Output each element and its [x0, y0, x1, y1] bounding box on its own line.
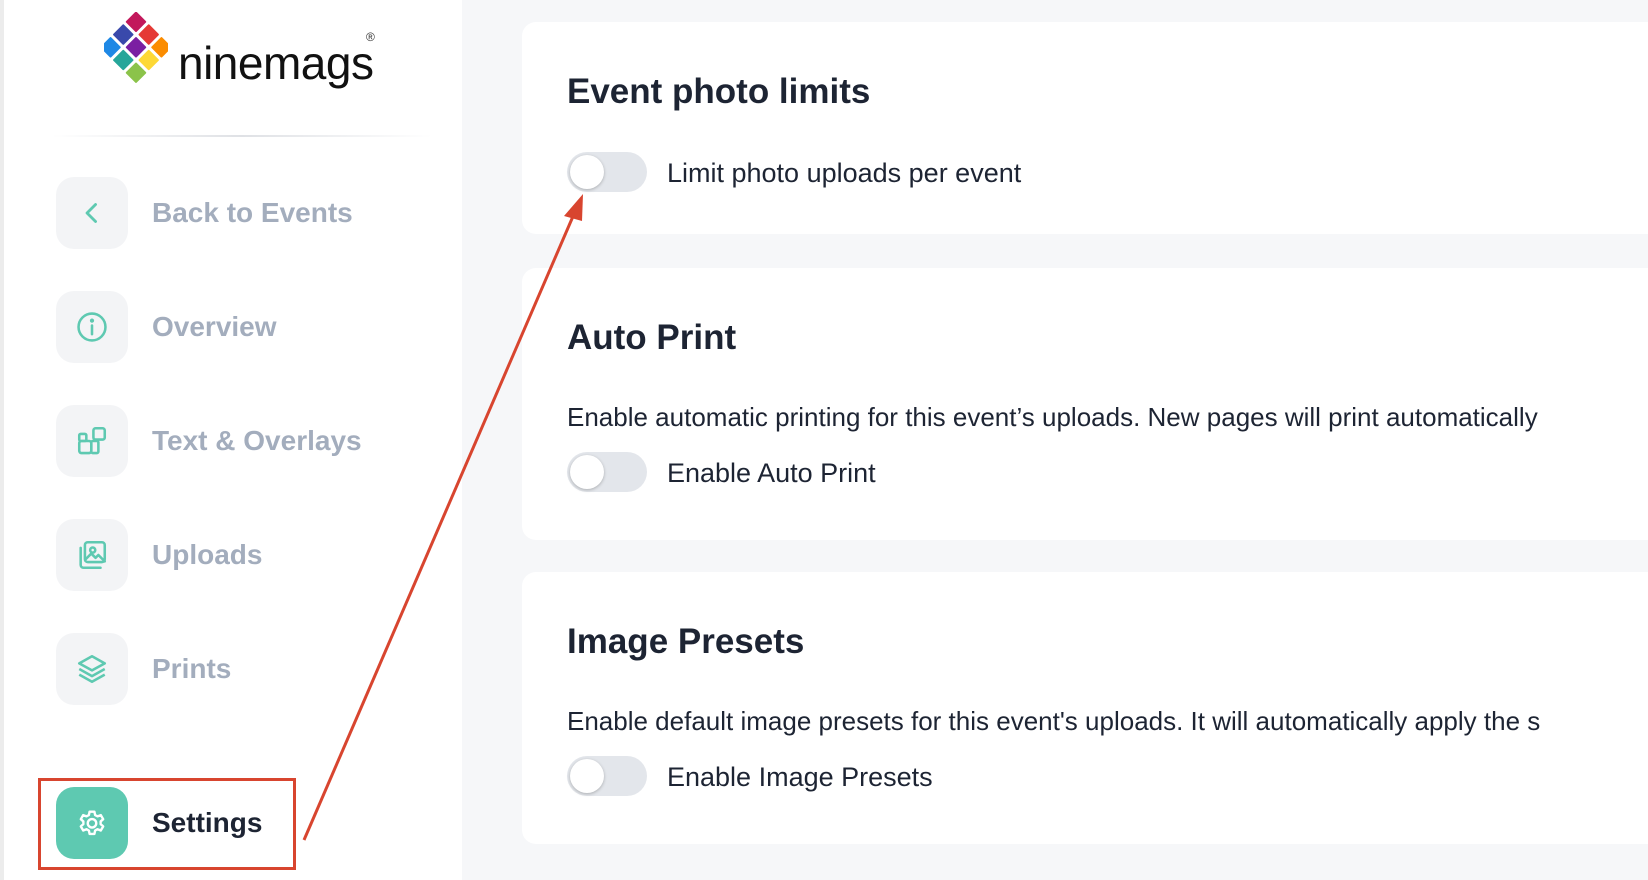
section-image-presets: Image Presets Enable default image prese… — [522, 572, 1648, 844]
sidebar-item-overview[interactable]: Overview — [56, 291, 456, 363]
toggle-knob — [570, 155, 604, 189]
image-presets-toggle[interactable] — [567, 756, 647, 796]
toggle-knob — [570, 759, 604, 793]
info-icon — [56, 291, 128, 363]
section-title: Event photo limits — [567, 72, 871, 111]
auto-print-toggle[interactable] — [567, 452, 647, 492]
section-description: Enable automatic printing for this event… — [567, 402, 1538, 432]
brand-name: ninemags — [178, 37, 374, 89]
sidebar-item-text-overlays[interactable]: Text & Overlays — [56, 405, 456, 477]
logo-mark-icon — [104, 12, 168, 83]
photos-icon — [56, 519, 128, 591]
toggle-label: Limit photo uploads per event — [667, 158, 1022, 188]
sidebar-item-label: Uploads — [152, 539, 263, 570]
section-description: Enable default image presets for this ev… — [567, 706, 1541, 736]
toggle-label: Enable Auto Print — [667, 458, 876, 488]
sidebar-item-label: Overview — [152, 311, 277, 342]
limit-uploads-toggle[interactable] — [567, 152, 647, 192]
sidebar-item-label: Prints — [152, 653, 232, 684]
brand-logo[interactable]: ninemags ® — [104, 12, 384, 92]
divider — [52, 135, 432, 137]
toggle-knob — [570, 455, 604, 489]
overlays-icon — [56, 405, 128, 477]
section-auto-print: Auto Print Enable automatic printing for… — [522, 268, 1648, 540]
section-title: Image Presets — [567, 622, 805, 661]
section-event-photo-limits: Event photo limits Limit photo uploads p… — [522, 22, 1648, 234]
sidebar-item-label: Text & Overlays — [152, 425, 362, 456]
annotation-highlight-box — [38, 778, 296, 870]
section-title: Auto Print — [567, 318, 737, 357]
chevron-left-icon — [56, 177, 128, 249]
sidebar-item-back-to-events[interactable]: Back to Events — [56, 177, 456, 249]
layers-icon — [56, 633, 128, 705]
sidebar-item-label: Back to Events — [152, 197, 353, 228]
toggle-label: Enable Image Presets — [667, 762, 933, 792]
registered-mark: ® — [366, 30, 375, 44]
sidebar-item-uploads[interactable]: Uploads — [56, 519, 456, 591]
sidebar-item-prints[interactable]: Prints — [56, 633, 456, 705]
sidebar: ninemags ® Back to Events Overview Text … — [0, 0, 462, 880]
